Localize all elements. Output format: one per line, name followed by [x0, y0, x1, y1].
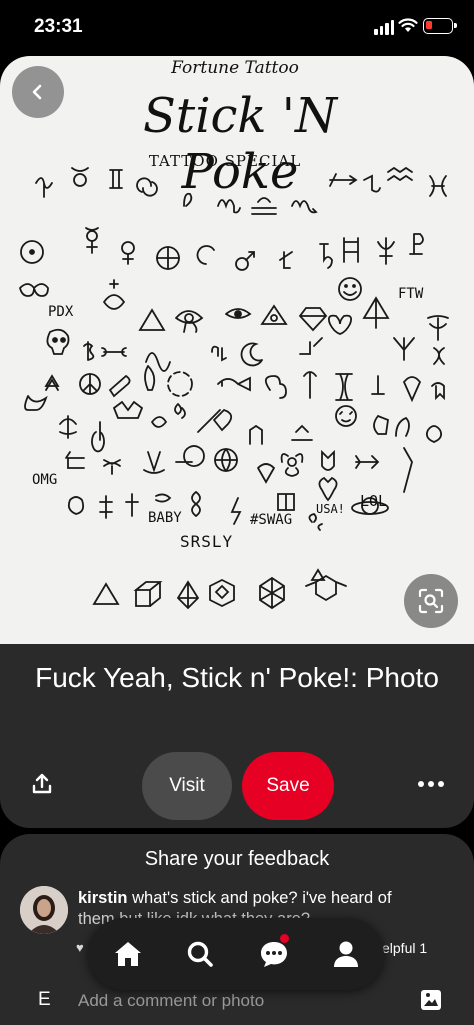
- sheet-brand: Fortune Tattoo: [171, 58, 299, 78]
- sheet-word-ftw: FTW: [398, 286, 424, 302]
- sheet-word-baby: BABY: [148, 510, 182, 526]
- search-icon: [187, 941, 213, 967]
- nav-search[interactable]: [182, 936, 218, 972]
- image-icon[interactable]: [420, 989, 442, 1011]
- visit-button[interactable]: Visit: [142, 752, 232, 820]
- comment-input[interactable]: Add a comment or photo: [78, 991, 264, 1011]
- bottom-nav: [88, 918, 384, 990]
- nav-messages[interactable]: [256, 934, 292, 972]
- visual-search-button[interactable]: [404, 574, 458, 628]
- more-icon[interactable]: [418, 781, 444, 787]
- sheet-word-swag: #SWAG: [250, 512, 293, 528]
- feedback-title: Share your feedback: [144, 848, 330, 870]
- nav-profile[interactable]: [328, 936, 364, 972]
- sheet-word-srsly: SRSLY: [180, 532, 234, 551]
- messages-icon: [261, 942, 287, 967]
- back-button[interactable]: [12, 66, 64, 118]
- avatar[interactable]: [20, 886, 68, 934]
- share-button[interactable]: [30, 772, 54, 801]
- sheet-subtitle: TATTOO SPECIAL: [148, 152, 302, 170]
- visual-search-icon: [418, 588, 444, 614]
- helpful-count[interactable]: elpful 1: [382, 940, 427, 956]
- pin-image[interactable]: Fortune Tattoo Stick 'N Poke TATTOO SPEC…: [0, 56, 474, 644]
- home-icon: [115, 942, 141, 966]
- status-time: 23:31: [34, 16, 83, 37]
- nav-home[interactable]: [110, 936, 146, 972]
- wifi-icon: [398, 18, 418, 32]
- status-bar: 23:31: [0, 0, 474, 56]
- back-arrow-icon: [32, 84, 42, 100]
- comment-body: what's stick and poke? i've heard of: [127, 889, 392, 907]
- sheet-word-omg: OMG: [32, 472, 58, 488]
- profile-icon: [334, 941, 358, 967]
- sheet-word-usa: USA!: [316, 502, 345, 516]
- sheet-word-lol: LOL: [360, 492, 388, 510]
- user-initial-avatar: E: [38, 989, 51, 1010]
- pin-title: Fuck Yeah, Stick n' Poke!: Photo: [35, 662, 439, 693]
- comment-bar: E Add a comment or photo: [0, 985, 474, 1025]
- save-button[interactable]: Save: [242, 752, 334, 820]
- share-icon: [32, 773, 52, 794]
- pin-info-panel: Fuck Yeah, Stick n' Poke!: Photo Visit S…: [0, 644, 474, 828]
- sheet-word-pdx: PDX: [48, 304, 74, 320]
- comment-username[interactable]: kirstin: [78, 889, 128, 907]
- cellular-signal-icon: [374, 20, 394, 35]
- battery-icon: [423, 18, 457, 34]
- heart-icon[interactable]: ♥: [76, 940, 84, 955]
- notification-dot: [280, 934, 289, 943]
- sheet-title: Stick 'N Poke: [143, 88, 337, 200]
